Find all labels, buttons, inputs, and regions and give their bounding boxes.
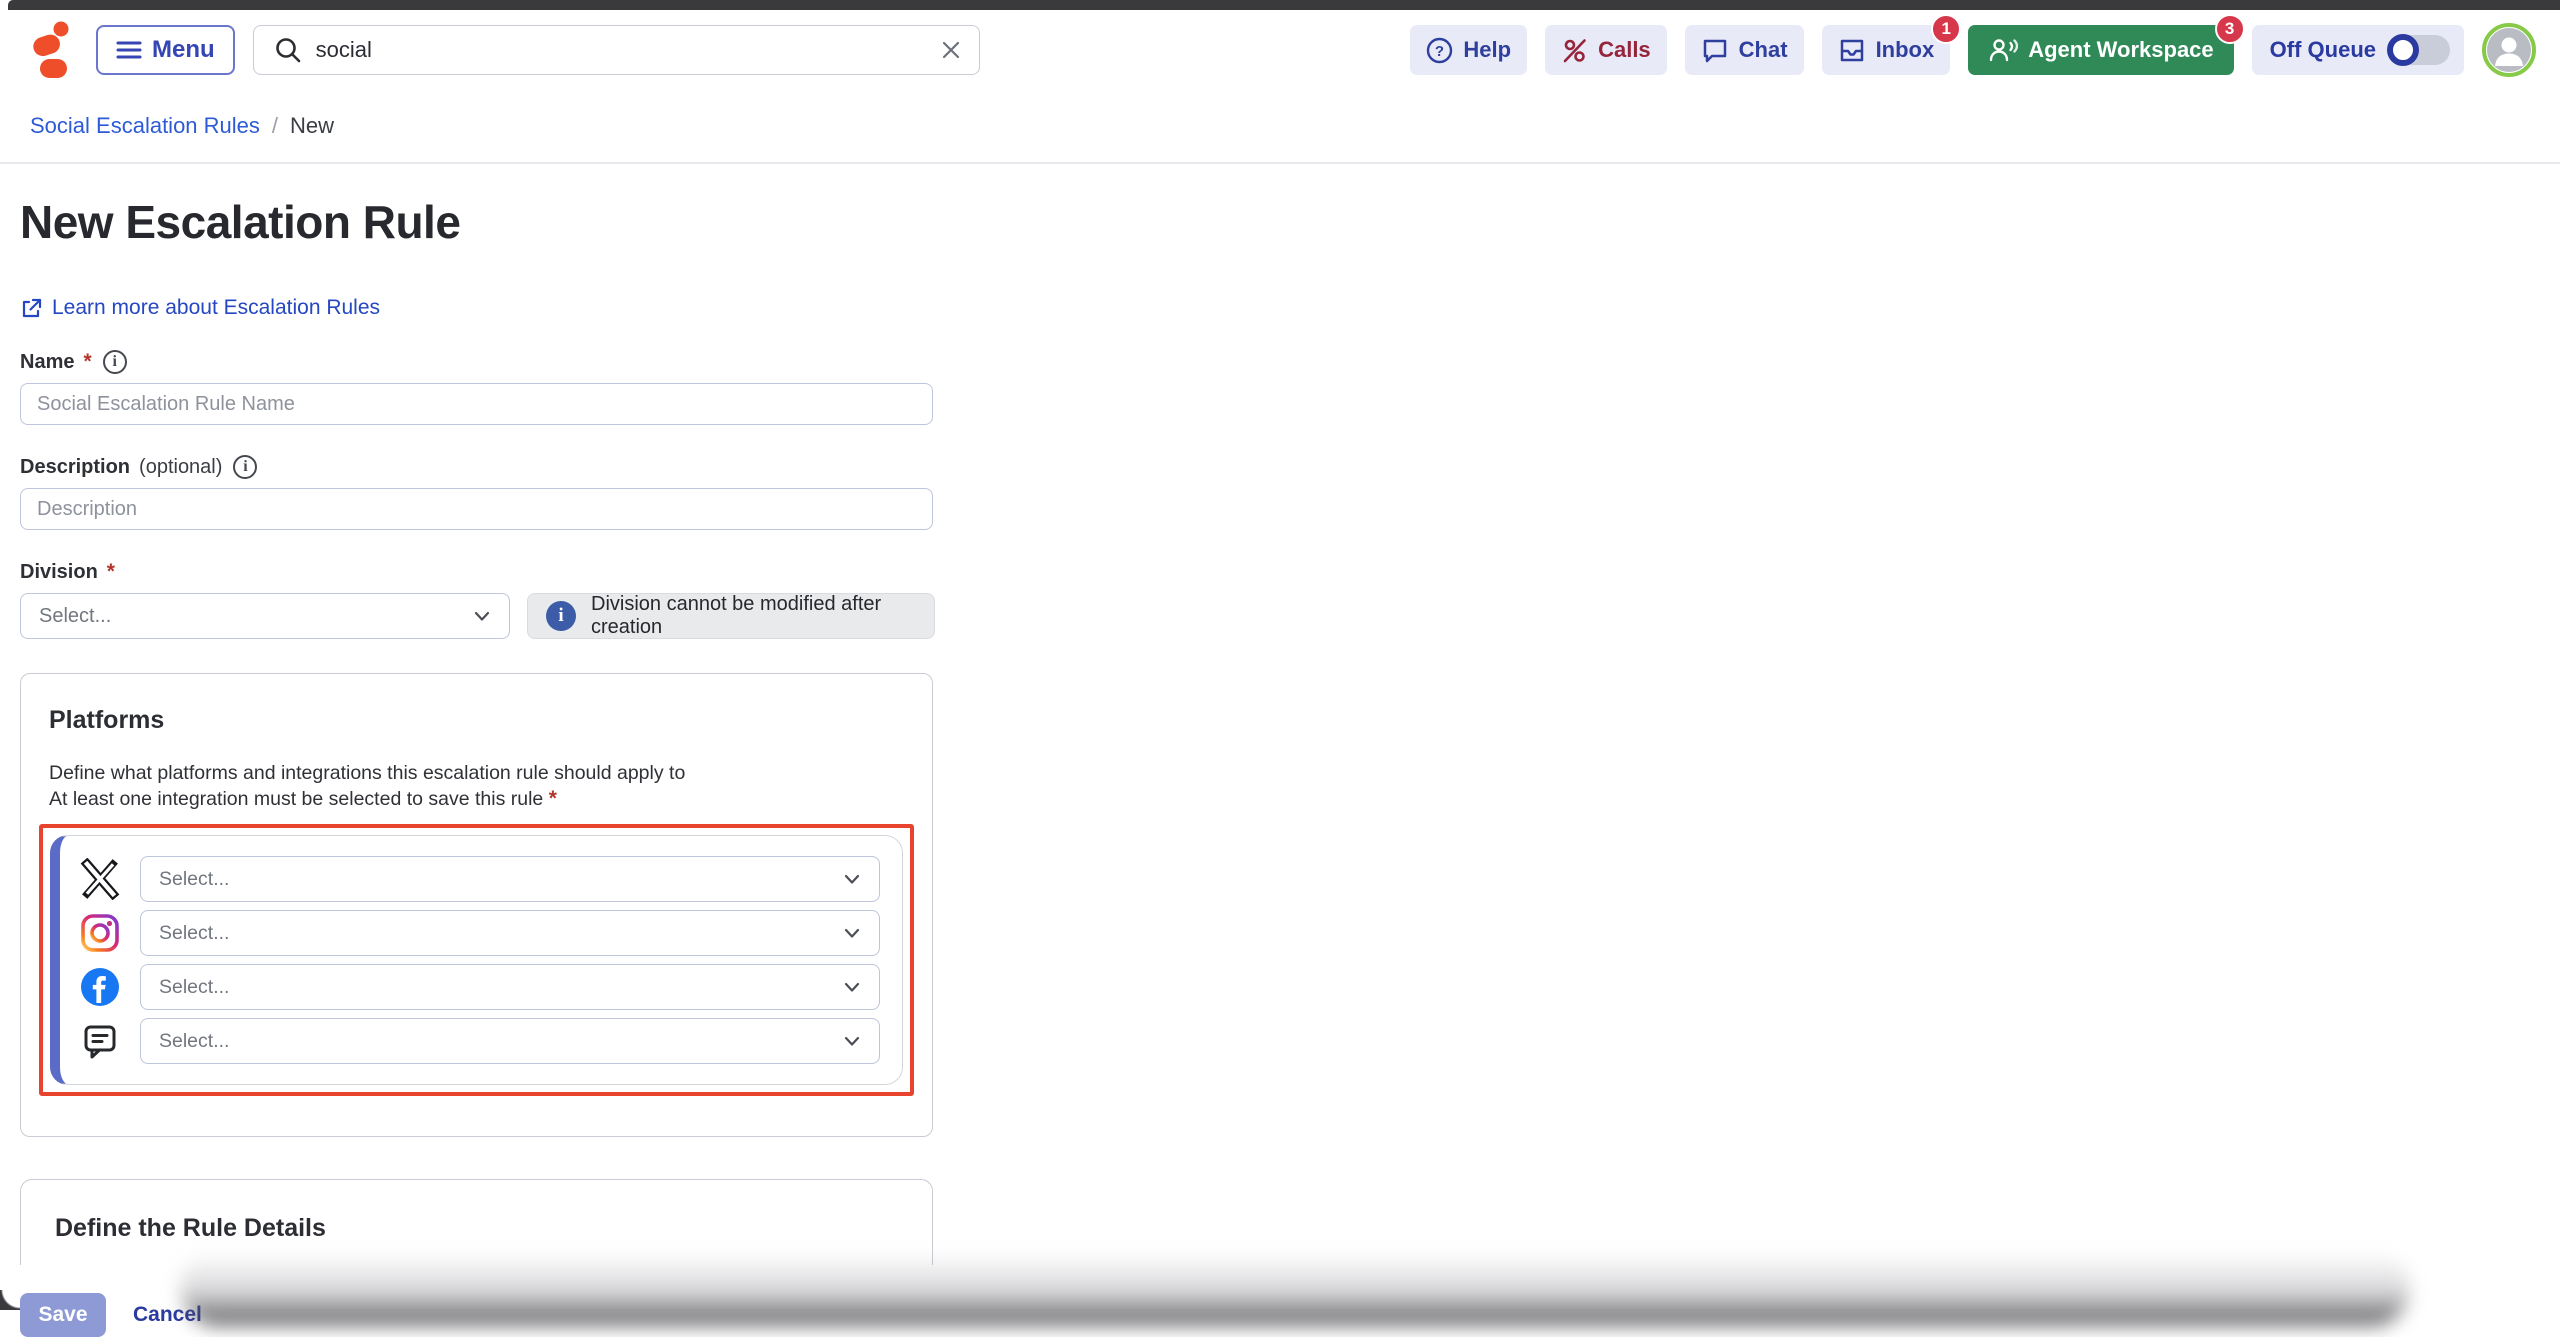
instagram-integration-select[interactable]: Select... [140, 910, 880, 956]
breadcrumb-separator: / [272, 113, 278, 139]
chat-button[interactable]: Chat [1685, 25, 1804, 75]
name-input[interactable] [20, 383, 933, 425]
agent-workspace-icon [1988, 36, 2018, 64]
help-label: Help [1463, 37, 1511, 63]
description-label: Description [20, 456, 130, 479]
rule-details-title: Define the Rule Details [55, 1214, 932, 1243]
x-integration-select[interactable]: Select... [140, 856, 880, 902]
agent-workspace-label: Agent Workspace [2028, 37, 2213, 63]
platform-integrations-panel: Select... [50, 835, 903, 1085]
page-title: New Escalation Rule [20, 194, 935, 250]
red-highlight-annotation: Select... [39, 824, 914, 1096]
chat-label: Chat [1739, 37, 1788, 63]
help-button[interactable]: ? Help [1410, 25, 1527, 75]
name-label: Name [20, 351, 74, 374]
topbar-actions: ? Help Calls Chat Inbox 1 [1410, 23, 2536, 77]
description-field-group: Description (optional) i [20, 455, 935, 530]
division-row: Select... i Division cannot be modified … [20, 593, 935, 639]
name-info-icon[interactable]: i [103, 350, 127, 374]
platform-row-instagram: Select... [78, 910, 880, 956]
platform-row-open-messaging: Select... [78, 1018, 880, 1064]
search-icon [274, 36, 302, 64]
user-avatar[interactable] [2482, 23, 2536, 77]
genesys-logo-icon[interactable] [32, 21, 76, 79]
description-optional-note: (optional) [139, 456, 222, 479]
division-label: Division [20, 561, 98, 584]
open-messaging-icon [78, 1019, 122, 1063]
facebook-icon [78, 965, 122, 1009]
open-messaging-integration-select[interactable]: Select... [140, 1018, 880, 1064]
rule-details-card: Define the Rule Details [20, 1179, 933, 1265]
external-link-icon [20, 297, 43, 320]
off-queue-toggle-group[interactable]: Off Queue [2252, 25, 2464, 75]
chevron-down-icon [471, 605, 493, 627]
division-note-pill: i Division cannot be modified after crea… [527, 593, 935, 639]
division-label-row: Division * [20, 560, 935, 584]
description-label-row: Description (optional) i [20, 455, 935, 479]
chat-bubble-icon [1701, 37, 1729, 64]
platforms-title: Platforms [49, 706, 904, 735]
save-button[interactable]: Save [20, 1293, 106, 1337]
help-icon: ? [1426, 37, 1453, 64]
menu-label: Menu [152, 36, 215, 64]
breadcrumb-current: New [290, 113, 334, 139]
platform-row-x: Select... [78, 856, 880, 902]
name-label-row: Name * i [20, 350, 935, 374]
inbox-button[interactable]: Inbox 1 [1822, 25, 1951, 75]
off-queue-label: Off Queue [2270, 37, 2376, 63]
description-input[interactable] [20, 488, 933, 530]
inbox-icon [1838, 37, 1866, 64]
chevron-down-icon [841, 1030, 863, 1052]
calls-label: Calls [1598, 37, 1651, 63]
inbox-badge: 1 [1931, 14, 1961, 44]
platforms-required-mark: * [549, 787, 557, 810]
menu-button[interactable]: Menu [96, 25, 235, 75]
platforms-description-line2: At least one integration must be selecte… [49, 786, 904, 812]
phone-slash-icon [1561, 37, 1588, 64]
division-required-mark: * [107, 560, 115, 584]
window-top-strip [8, 0, 2560, 10]
platforms-card: Platforms Define what platforms and inte… [20, 673, 933, 1137]
breadcrumb: Social Escalation Rules / New [0, 90, 2560, 164]
calls-button[interactable]: Calls [1545, 25, 1667, 75]
form-footer: Save Cancel [20, 1293, 935, 1337]
svg-text:?: ? [1435, 43, 1444, 60]
window-corner-shadow [0, 1290, 20, 1310]
global-search [253, 25, 980, 75]
info-circle-icon: i [546, 601, 576, 631]
division-select-placeholder: Select... [39, 605, 111, 628]
main-content: New Escalation Rule Learn more about Esc… [20, 166, 935, 1337]
platform-row-facebook: Select... [78, 964, 880, 1010]
division-select[interactable]: Select... [20, 593, 510, 639]
division-note-text: Division cannot be modified after creati… [591, 593, 916, 639]
agent-workspace-badge: 3 [2215, 14, 2245, 44]
top-navigation-bar: Menu ? Help Calls Chat [0, 10, 2560, 90]
facebook-integration-select[interactable]: Select... [140, 964, 880, 1010]
inbox-label: Inbox [1876, 37, 1935, 63]
learn-more-link[interactable]: Learn more about Escalation Rules [20, 296, 380, 320]
agent-workspace-button[interactable]: Agent Workspace 3 [1968, 25, 2233, 75]
queue-status-toggle[interactable] [2388, 35, 2450, 65]
breadcrumb-link-social-escalation-rules[interactable]: Social Escalation Rules [30, 113, 260, 139]
x-twitter-icon [78, 857, 122, 901]
chevron-down-icon [841, 868, 863, 890]
chevron-down-icon [841, 922, 863, 944]
clear-search-icon[interactable] [939, 38, 963, 62]
search-input[interactable] [316, 37, 925, 63]
toggle-knob [2387, 34, 2419, 66]
learn-more-label: Learn more about Escalation Rules [52, 296, 380, 320]
name-required-mark: * [83, 350, 91, 374]
instagram-icon [78, 911, 122, 955]
hamburger-icon [116, 39, 142, 61]
name-field-group: Name * i [20, 350, 935, 425]
cancel-button[interactable]: Cancel [133, 1303, 202, 1327]
chevron-down-icon [841, 976, 863, 998]
platforms-description-line1: Define what platforms and integrations t… [49, 761, 904, 786]
platforms-description: Define what platforms and integrations t… [49, 761, 904, 812]
description-info-icon[interactable]: i [233, 455, 257, 479]
division-field-group: Division * Select... i Division cannot b… [20, 560, 935, 639]
